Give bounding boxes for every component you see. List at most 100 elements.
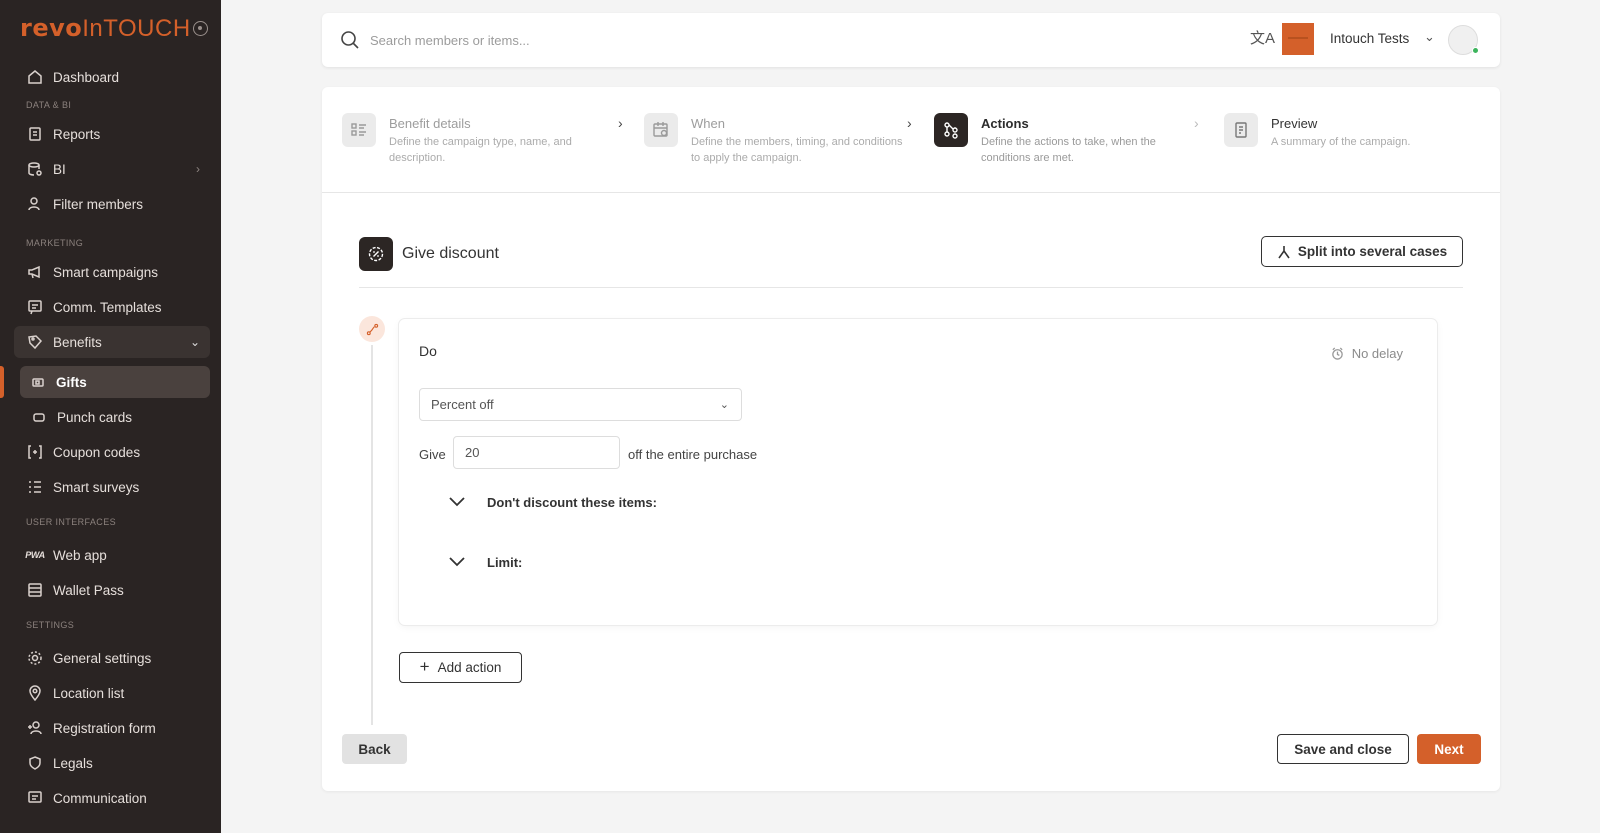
calendar-clock-icon <box>644 113 678 147</box>
step-description: Define the members, timing, and conditio… <box>691 136 903 164</box>
give-suffix: off the entire purchase <box>628 447 758 462</box>
sidebar-item-filter-members[interactable]: Filter members <box>14 188 210 220</box>
pwa-icon: PWA <box>25 550 45 560</box>
chevron-right-icon: › <box>196 162 200 176</box>
database-search-icon <box>27 161 43 177</box>
sidebar-item-communication[interactable]: Communication <box>14 782 210 814</box>
tag-icon <box>27 334 43 350</box>
gear-icon <box>27 650 43 666</box>
step-preview[interactable]: Preview A summary of the campaign. <box>1224 113 1491 150</box>
campaign-editor: Benefit details Define the campaign type… <box>322 87 1500 791</box>
sidebar-item-smart-surveys[interactable]: Smart surveys <box>14 471 210 503</box>
search-input[interactable] <box>370 29 970 51</box>
card-icon <box>31 409 47 425</box>
online-status-dot <box>1472 47 1479 54</box>
sidebar-item-bi[interactable]: BI › <box>14 153 210 185</box>
split-icon <box>1278 245 1290 258</box>
chat-icon <box>27 790 43 806</box>
sidebar-item-label: Filter members <box>53 196 144 212</box>
organization-name[interactable]: Intouch Tests <box>1330 31 1409 46</box>
split-cases-button[interactable]: Split into several cases <box>1261 236 1463 267</box>
message-icon <box>27 299 43 315</box>
add-action-button[interactable]: + Add action <box>399 652 522 683</box>
plus-icon: + <box>419 656 430 676</box>
step-actions[interactable]: Actions Define the actions to take, when… <box>934 113 1201 166</box>
back-button[interactable]: Back <box>342 734 407 764</box>
sidebar-item-general-settings[interactable]: General settings <box>14 642 210 674</box>
discount-type-select[interactable]: Percent off ⌄ <box>419 388 742 421</box>
section-label-settings: SETTINGS <box>26 620 75 630</box>
stepper: Benefit details Define the campaign type… <box>322 87 1500 193</box>
sidebar-item-coupon-codes[interactable]: Coupon codes <box>14 436 210 468</box>
sidebar-item-smart-campaigns[interactable]: Smart campaigns <box>14 256 210 288</box>
step-description: A summary of the campaign. <box>1271 136 1411 148</box>
sidebar-item-label: Legals <box>53 755 93 771</box>
home-icon <box>27 69 43 85</box>
sidebar-item-gifts[interactable]: Gifts <box>20 366 210 398</box>
step-description: Define the campaign type, name, and desc… <box>389 136 572 164</box>
sidebar-item-label: Coupon codes <box>53 444 141 460</box>
sidebar-item-punch-cards[interactable]: Punch cards <box>14 401 210 433</box>
sidebar-item-registration-form[interactable]: Registration form <box>14 712 210 744</box>
flow-connector <box>371 345 373 725</box>
sidebar-toggle-icon[interactable] <box>193 21 208 36</box>
discount-amount-input[interactable] <box>453 436 620 469</box>
brand-logo[interactable]: revoInTOUCH <box>20 14 191 43</box>
chevron-right-icon: › <box>907 115 912 131</box>
active-indicator <box>0 366 4 398</box>
sidebar-item-benefits[interactable]: Benefits ⌄ <box>14 326 210 358</box>
step-benefit-details[interactable]: Benefit details Define the campaign type… <box>342 113 609 166</box>
workflow-icon <box>934 113 968 147</box>
search-icon[interactable] <box>340 30 360 50</box>
chevron-down-icon[interactable]: ⌄ <box>1424 29 1435 45</box>
limit-label: Limit: <box>487 554 523 570</box>
sidebar-item-label: Location list <box>53 685 125 701</box>
exclude-items-toggle[interactable]: Don't discount these items: <box>447 494 657 510</box>
sidebar-item-label: Reports <box>53 126 101 142</box>
report-icon <box>27 126 43 142</box>
sidebar-item-label: Dashboard <box>53 69 120 85</box>
give-label: Give <box>419 447 446 462</box>
list-check-icon <box>27 479 43 495</box>
add-action-label: Add action <box>437 660 502 675</box>
translate-icon[interactable]: 文A <box>1250 27 1275 48</box>
sidebar-item-label: Registration form <box>53 720 156 736</box>
step-title: Benefit details <box>389 116 471 131</box>
step-title: Actions <box>981 116 1029 131</box>
sidebar-item-comm-templates[interactable]: Comm. Templates <box>14 291 210 323</box>
sidebar-item-wallet-pass[interactable]: Wallet Pass <box>14 574 210 606</box>
list-icon <box>342 113 376 147</box>
gift-card-icon <box>30 374 46 390</box>
chevron-down-icon <box>447 554 467 570</box>
sidebar-item-label: Smart campaigns <box>53 264 159 280</box>
action-card: Do No delay Percent off ⌄ Give off the e… <box>399 319 1437 625</box>
save-and-close-button[interactable]: Save and close <box>1277 734 1409 764</box>
chevron-down-icon <box>447 494 467 510</box>
limit-toggle[interactable]: Limit: <box>447 554 522 570</box>
sidebar-item-legals[interactable]: Legals <box>14 747 210 779</box>
discount-icon <box>359 237 393 271</box>
step-description: Define the actions to take, when the con… <box>981 136 1156 164</box>
next-button[interactable]: Next <box>1417 734 1481 764</box>
sidebar-item-reports[interactable]: Reports <box>14 118 210 150</box>
sidebar-item-location-list[interactable]: Location list <box>14 677 210 709</box>
sidebar: revoInTOUCH Dashboard DATA & BI Reports … <box>0 0 221 833</box>
section-label-data: DATA & BI <box>26 100 72 110</box>
step-when[interactable]: When Define the members, timing, and con… <box>644 113 911 166</box>
sidebar-item-dashboard[interactable]: Dashboard <box>14 61 210 93</box>
organization-logo <box>1282 23 1314 55</box>
sidebar-item-label: BI <box>53 161 66 177</box>
coupon-icon <box>27 444 43 460</box>
delay-setting[interactable]: No delay <box>1331 346 1403 361</box>
sidebar-item-label: Web app <box>53 547 107 563</box>
sidebar-item-label: Punch cards <box>57 409 133 425</box>
route-icon <box>359 316 385 342</box>
sidebar-item-web-app[interactable]: PWA Web app <box>14 539 210 571</box>
shield-icon <box>27 755 43 771</box>
chevron-right-icon: › <box>1194 115 1199 131</box>
divider <box>359 287 1463 288</box>
user-filter-icon <box>27 196 43 212</box>
wallet-pass-icon <box>27 582 43 598</box>
split-cases-label: Split into several cases <box>1297 244 1448 259</box>
delay-label: No delay <box>1351 346 1403 361</box>
